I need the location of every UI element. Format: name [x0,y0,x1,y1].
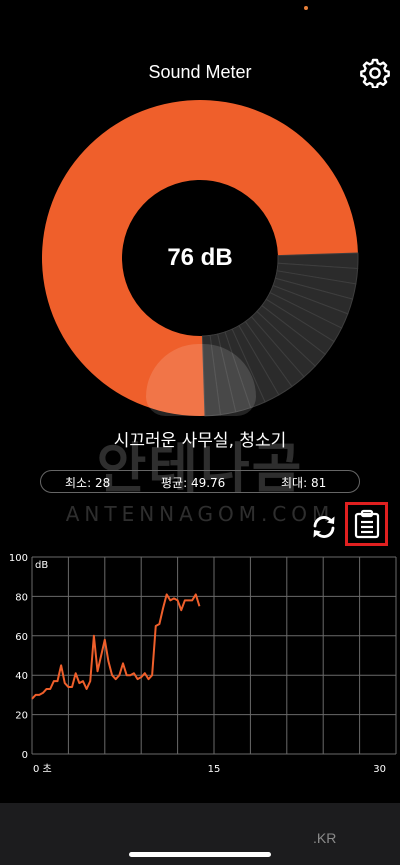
max-stat: 최대: 81 [281,476,327,490]
home-indicator[interactable] [129,852,271,857]
y-tick-label: 60 [15,632,28,643]
chart-grid [31,556,397,755]
sound-meter-screen: Sound Meter 76 dB 안테나곰 시끄러운 사무실, 청소기 최소:… [0,0,400,865]
y-tick-label: 20 [15,711,28,722]
refresh-icon [313,516,335,538]
decibel-history-chart: 100 80 60 40 20 0 0 초 15 30 dB [9,553,397,775]
domain-suffix-label: .KR [313,830,337,846]
y-axis-unit-label: dB [35,560,48,571]
avg-stat: 평균: 49.76 [161,476,226,490]
y-tick-label: 100 [9,553,28,564]
x-tick-label: 0 초 [33,763,52,775]
y-tick-label: 40 [15,671,28,682]
y-tick-label: 0 [22,750,28,761]
watermark-english: ANTENNAGOM.COM [65,502,335,526]
noise-level-description: 시끄러운 사무실, 청소기 [113,431,287,451]
x-tick-label: 30 [373,764,386,775]
stats-bar: 최소: 28 평균: 49.76 최대: 81 [40,470,360,493]
x-tick-label: 15 [208,764,221,775]
refresh-button[interactable] [308,511,340,543]
y-tick-label: 80 [15,592,28,603]
decibel-readout: 76 dB [167,244,233,271]
clipboard-icon [354,509,379,539]
min-stat: 최소: 28 [65,476,111,490]
decibel-series-line [31,593,201,700]
